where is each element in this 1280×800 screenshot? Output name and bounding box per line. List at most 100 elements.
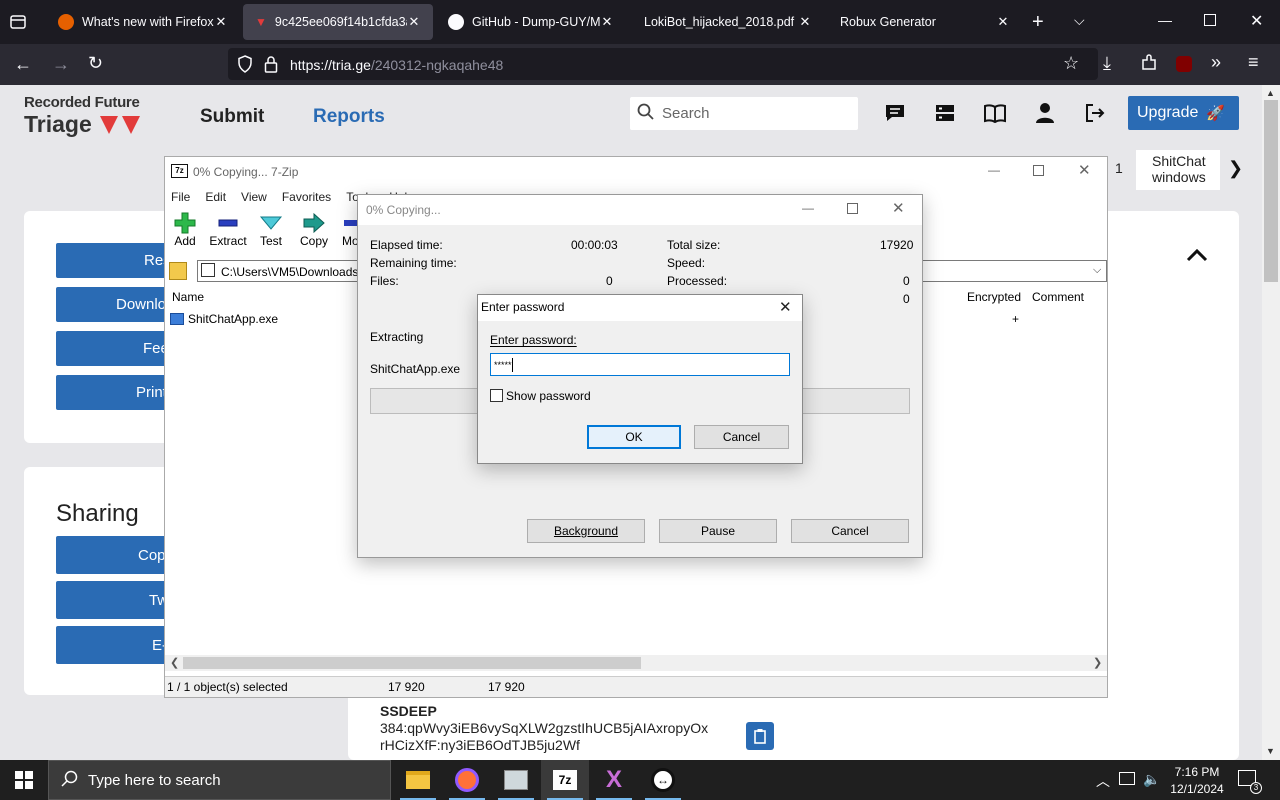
tab-overview-icon[interactable] <box>8 12 30 32</box>
share-button-copy[interactable]: Cop <box>56 536 176 574</box>
logout-icon[interactable] <box>1084 103 1106 123</box>
side-button-resubmit[interactable]: Res <box>56 243 176 278</box>
status-bar <box>165 676 1107 697</box>
network-icon[interactable] <box>1119 772 1135 785</box>
browser-tab-robux[interactable]: Robux Generator ✕ <box>826 4 1022 40</box>
share-button-twitter[interactable]: Tw <box>56 581 176 619</box>
url-text[interactable]: https://tria.ge/240312-ngkaqahe48 <box>290 57 503 73</box>
ok-button[interactable]: OK <box>587 425 681 449</box>
browser-tab-firefox-news[interactable]: What's new with Firefox ✕ <box>46 4 240 40</box>
sevenzip-minimize-icon[interactable]: — <box>988 163 1000 177</box>
server-icon[interactable] <box>934 103 956 123</box>
more-tools-icon[interactable]: » <box>1211 52 1221 73</box>
volume-muted-icon[interactable]: 🔈 <box>1143 771 1160 788</box>
nav-submit[interactable]: Submit <box>200 106 264 128</box>
downloads-icon[interactable]: ⤓ <box>1103 53 1111 74</box>
user-icon[interactable] <box>1035 102 1055 124</box>
hscroll-thumb[interactable] <box>183 657 641 669</box>
scroll-up-icon[interactable]: ▲ <box>1266 88 1275 98</box>
side-button-download[interactable]: Downlo <box>56 287 176 322</box>
menu-file[interactable]: File <box>171 190 190 204</box>
report-tab-number[interactable]: 1 <box>1115 160 1123 176</box>
ssdeep-value[interactable]: 384:qpWvy3iEB6vySqXLW2gzstIhUCB5jAIAxrop… <box>380 720 708 754</box>
col-header-comment[interactable]: Comment <box>1032 290 1084 304</box>
menu-view[interactable]: View <box>241 190 267 204</box>
report-tab-shitchat[interactable]: ShitChat windows <box>1136 150 1220 190</box>
side-button-print[interactable]: Print <box>56 375 176 410</box>
browser-tab-github[interactable]: GitHub - Dump-GUY/Mal ✕ <box>436 4 626 40</box>
triage-logo[interactable]: Recorded Future Triage <box>24 94 144 138</box>
copy-clipboard-button[interactable] <box>746 722 774 750</box>
tab-close-icon[interactable]: ✕ <box>798 14 812 30</box>
upgrade-button[interactable]: Upgrade 🚀 <box>1128 96 1239 130</box>
password-cancel-button[interactable]: Cancel <box>694 425 789 449</box>
reload-icon[interactable]: ↻ <box>88 53 103 74</box>
taskbar-app-3[interactable] <box>492 760 540 800</box>
sevenzip-maximize-icon[interactable] <box>1033 165 1044 176</box>
browser-tab-pdf[interactable]: LokiBot_hijacked_2018.pdf ✕ <box>630 4 824 40</box>
taskbar-app-5[interactable]: X <box>590 760 638 800</box>
taskbar-firefox[interactable] <box>443 760 491 800</box>
sevenzip-close-icon[interactable]: ✕ <box>1078 161 1091 179</box>
folder-up-icon[interactable] <box>169 262 187 280</box>
progress-close-icon[interactable]: ✕ <box>892 199 905 217</box>
tab-close-icon[interactable]: ✕ <box>214 14 228 30</box>
progress-maximize-icon[interactable] <box>847 203 858 214</box>
ublock-origin-icon[interactable] <box>1176 56 1192 72</box>
menu-favorites[interactable]: Favorites <box>282 190 331 204</box>
bookmark-star-icon[interactable]: ☆ <box>1063 53 1079 74</box>
close-window-icon[interactable]: ✕ <box>1250 11 1263 31</box>
scroll-down-icon[interactable]: ▼ <box>1266 746 1275 756</box>
password-input[interactable]: ***** <box>490 353 790 376</box>
hscroll-right-icon[interactable]: ❯ <box>1093 656 1102 669</box>
tab-title: What's new with Firefox <box>82 15 214 29</box>
path-dropdown-icon[interactable]: ⌵ <box>1093 264 1101 277</box>
tab-close-icon[interactable]: ✕ <box>600 14 614 30</box>
hscroll-left-icon[interactable]: ❮ <box>170 656 179 669</box>
show-password-checkbox[interactable] <box>490 389 503 402</box>
chat-icon[interactable] <box>884 103 906 123</box>
restore-window-icon[interactable] <box>1204 14 1216 26</box>
tab-close-icon[interactable]: ✕ <box>407 14 421 30</box>
docs-book-icon[interactable] <box>983 103 1007 123</box>
extensions-icon[interactable] <box>1140 54 1158 72</box>
nav-reports[interactable]: Reports <box>313 106 385 128</box>
taskbar-file-explorer[interactable] <box>394 760 442 800</box>
col-header-name[interactable]: Name <box>172 290 204 304</box>
page-scrollbar-thumb[interactable] <box>1264 100 1278 282</box>
toolbar-extract[interactable]: Extract <box>208 212 248 248</box>
progress-minimize-icon[interactable]: — <box>802 201 814 215</box>
side-button-feedback[interactable]: Fee <box>56 331 176 366</box>
app-menu-icon[interactable]: ≡ <box>1248 52 1259 73</box>
toolbar-copy[interactable]: Copy <box>298 212 330 248</box>
list-all-tabs-icon[interactable]: ⌵ <box>1074 12 1085 29</box>
show-password-label[interactable]: Show password <box>506 389 591 403</box>
minimize-window-icon[interactable]: — <box>1158 12 1172 28</box>
forward-icon[interactable]: → <box>52 54 70 75</box>
shield-icon[interactable] <box>237 55 253 73</box>
start-windows-icon[interactable] <box>15 771 33 789</box>
ssdeep-line2: rHCizXfF:ny3iEB6OdTJB5ju2Wf <box>380 737 580 753</box>
tab-close-icon[interactable]: ✕ <box>996 14 1010 30</box>
back-icon[interactable]: ← <box>14 54 32 75</box>
progress-cancel-button[interactable]: Cancel <box>791 519 909 543</box>
background-button[interactable]: Background <box>527 519 645 543</box>
password-close-icon[interactable]: ✕ <box>779 298 792 316</box>
sevenzip-icon: 7z <box>171 164 188 178</box>
new-tab-icon[interactable]: + <box>1032 11 1044 34</box>
collapse-chevron-icon[interactable] <box>1186 248 1208 262</box>
menu-edit[interactable]: Edit <box>205 190 226 204</box>
tabs-next-icon[interactable]: ❯ <box>1228 158 1243 179</box>
taskbar-teamviewer[interactable]: ↔ <box>639 760 687 800</box>
pause-button[interactable]: Pause <box>659 519 777 543</box>
lock-icon[interactable] <box>264 55 278 73</box>
browser-tab-triage[interactable]: ▼ 9c425ee069f14b1cfda3a8f ✕ <box>243 4 433 40</box>
show-hidden-icons[interactable]: ︿ <box>1096 771 1110 791</box>
col-header-encrypted[interactable]: Encrypted <box>967 290 1021 304</box>
file-row[interactable]: ShitChatApp.exe <box>170 311 360 327</box>
taskbar-clock[interactable]: 7:16 PM 12/1/2024 <box>1168 764 1226 798</box>
toolbar-test[interactable]: Test <box>256 212 286 248</box>
share-button-email[interactable]: E- <box>56 626 176 664</box>
taskbar-7zip[interactable]: 7z <box>541 760 589 800</box>
toolbar-add[interactable]: Add <box>170 212 200 248</box>
